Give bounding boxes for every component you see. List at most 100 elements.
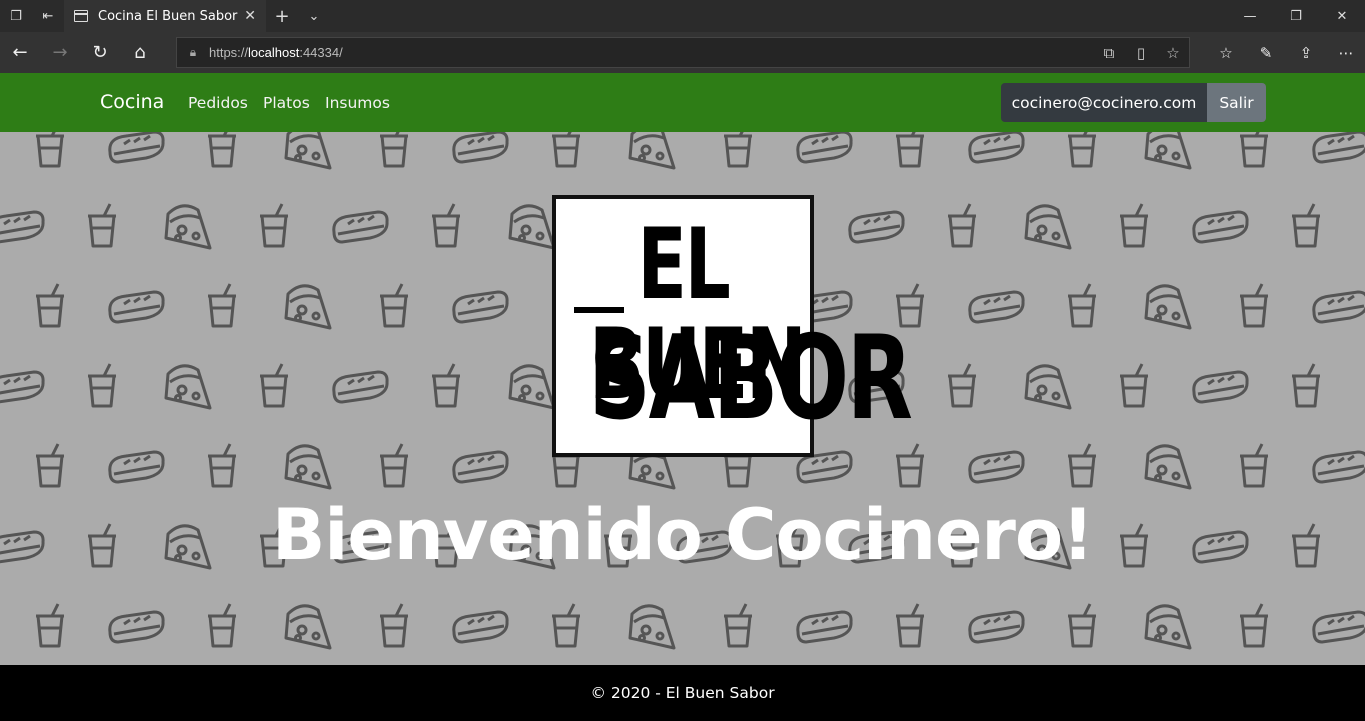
pattern-sub-icon	[332, 370, 389, 404]
reading-view-icon[interactable]: ▯	[1125, 44, 1157, 62]
back-icon[interactable]: ←	[0, 32, 40, 73]
pattern-cup-icon	[1238, 602, 1270, 648]
browser-tab[interactable]: Cocina El Buen Sabor ✕	[64, 0, 266, 32]
lock-icon: 🔒︎	[189, 45, 197, 59]
pattern-pizza-icon	[284, 284, 332, 330]
pattern-sub-icon	[452, 610, 509, 644]
welcome-heading: Bienvenido Cocinero!	[272, 494, 1094, 576]
pattern-cup-icon	[1118, 202, 1150, 248]
pattern-sub-icon	[848, 210, 905, 244]
pattern-pizza-icon	[1144, 284, 1192, 330]
logo-line2: SABOR	[589, 311, 913, 446]
pattern-cup-icon	[946, 362, 978, 408]
pattern-sub-icon	[452, 290, 509, 324]
pattern-sub-icon	[1312, 132, 1365, 164]
pattern-cup-icon	[34, 132, 66, 168]
pattern-cup-icon	[946, 202, 978, 248]
forward-icon[interactable]: →	[40, 32, 80, 73]
pattern-cup-icon	[1238, 282, 1270, 328]
pattern-cup-icon	[206, 442, 238, 488]
pattern-cup-icon	[894, 442, 926, 488]
pattern-sub-icon	[332, 210, 389, 244]
tab-title: Cocina El Buen Sabor	[98, 8, 238, 24]
tab-list-chevron-icon[interactable]: ⌄	[298, 0, 330, 32]
minimize-icon[interactable]: —	[1227, 0, 1273, 32]
favorites-list-icon[interactable]: ☆	[1206, 32, 1246, 73]
hero-section: EL BUEN SABOR Bienvenido Cocinero!	[0, 132, 1365, 665]
favorite-star-icon[interactable]: ☆	[1157, 44, 1189, 62]
translate-icon[interactable]: ⧉	[1093, 44, 1125, 62]
pattern-sub-icon	[452, 132, 509, 164]
pattern-sub-icon	[108, 132, 165, 164]
page-icon	[74, 10, 88, 22]
pattern-pizza-icon	[508, 364, 556, 410]
nav-link-platos[interactable]: Platos	[263, 94, 310, 112]
address-bar[interactable]: 🔒︎ https://localhost:44334/ ⧉ ▯ ☆	[176, 37, 1190, 68]
pattern-cup-icon	[894, 132, 926, 168]
pattern-cup-icon	[1066, 602, 1098, 648]
more-icon[interactable]: ⋯	[1326, 32, 1365, 73]
pattern-sub-icon	[452, 450, 509, 484]
pattern-pizza-icon	[284, 132, 332, 170]
pattern-sub-icon	[968, 290, 1025, 324]
pattern-cup-icon	[206, 132, 238, 168]
pattern-sub-icon	[968, 450, 1025, 484]
tab-actions-icon[interactable]: ❐	[0, 0, 32, 32]
pattern-sub-icon	[108, 450, 165, 484]
home-icon[interactable]: ⌂	[120, 32, 160, 73]
pattern-sub-icon	[1192, 210, 1249, 244]
pattern-pizza-icon	[284, 604, 332, 650]
pattern-pizza-icon	[164, 204, 212, 250]
pattern-cup-icon	[1290, 362, 1322, 408]
pattern-cup-icon	[430, 202, 462, 248]
restore-icon[interactable]: ❐	[1273, 0, 1319, 32]
nav-link-pedidos[interactable]: Pedidos	[188, 94, 248, 112]
close-tab-icon[interactable]: ✕	[244, 8, 256, 24]
pattern-pizza-icon	[1144, 132, 1192, 170]
pattern-cup-icon	[206, 282, 238, 328]
pen-icon[interactable]: ✎	[1246, 32, 1286, 73]
set-tabs-aside-icon[interactable]: ⇤	[32, 0, 64, 32]
pattern-sub-icon	[0, 370, 45, 404]
pattern-cup-icon	[86, 202, 118, 248]
pattern-pizza-icon	[508, 204, 556, 250]
pattern-pizza-icon	[1024, 204, 1072, 250]
logout-button[interactable]: Salir	[1207, 83, 1266, 122]
pattern-cup-icon	[86, 362, 118, 408]
user-email-badge: cocinero@cocinero.com	[1001, 83, 1207, 122]
pattern-cup-icon	[1290, 202, 1322, 248]
pattern-pizza-icon	[1024, 364, 1072, 410]
browser-tab-bar: ❐ ⇤ Cocina El Buen Sabor ✕ + ⌄ — ❐ ✕	[0, 0, 1365, 32]
pattern-sub-icon	[796, 610, 853, 644]
pattern-cup-icon	[1238, 442, 1270, 488]
pattern-cup-icon	[894, 602, 926, 648]
pattern-cup-icon	[34, 282, 66, 328]
url-text[interactable]: https://localhost:44334/	[209, 45, 1093, 60]
pattern-pizza-icon	[164, 364, 212, 410]
pattern-sub-icon	[1312, 290, 1365, 324]
pattern-cup-icon	[430, 362, 462, 408]
pattern-cup-icon	[34, 602, 66, 648]
pattern-sub-icon	[1192, 370, 1249, 404]
brand-link[interactable]: Cocina	[100, 91, 164, 113]
pattern-pizza-icon	[1144, 604, 1192, 650]
refresh-icon[interactable]: ↻	[80, 32, 120, 73]
pattern-cup-icon	[258, 362, 290, 408]
window-close-icon[interactable]: ✕	[1319, 0, 1365, 32]
pattern-sub-icon	[968, 132, 1025, 164]
pattern-cup-icon	[206, 602, 238, 648]
nav-link-insumos[interactable]: Insumos	[325, 94, 390, 112]
pattern-cup-icon	[1118, 362, 1150, 408]
share-icon[interactable]: ⇪	[1286, 32, 1326, 73]
pattern-cup-icon	[1238, 132, 1270, 168]
pattern-pizza-icon	[1144, 444, 1192, 490]
pattern-pizza-icon	[284, 444, 332, 490]
new-tab-icon[interactable]: +	[266, 0, 298, 32]
pattern-sub-icon	[1312, 610, 1365, 644]
pattern-cup-icon	[34, 442, 66, 488]
pattern-cup-icon	[722, 132, 754, 168]
pattern-sub-icon	[1312, 450, 1365, 484]
pattern-cup-icon	[378, 602, 410, 648]
pattern-sub-icon	[796, 132, 853, 164]
pattern-sub-icon	[0, 210, 45, 244]
